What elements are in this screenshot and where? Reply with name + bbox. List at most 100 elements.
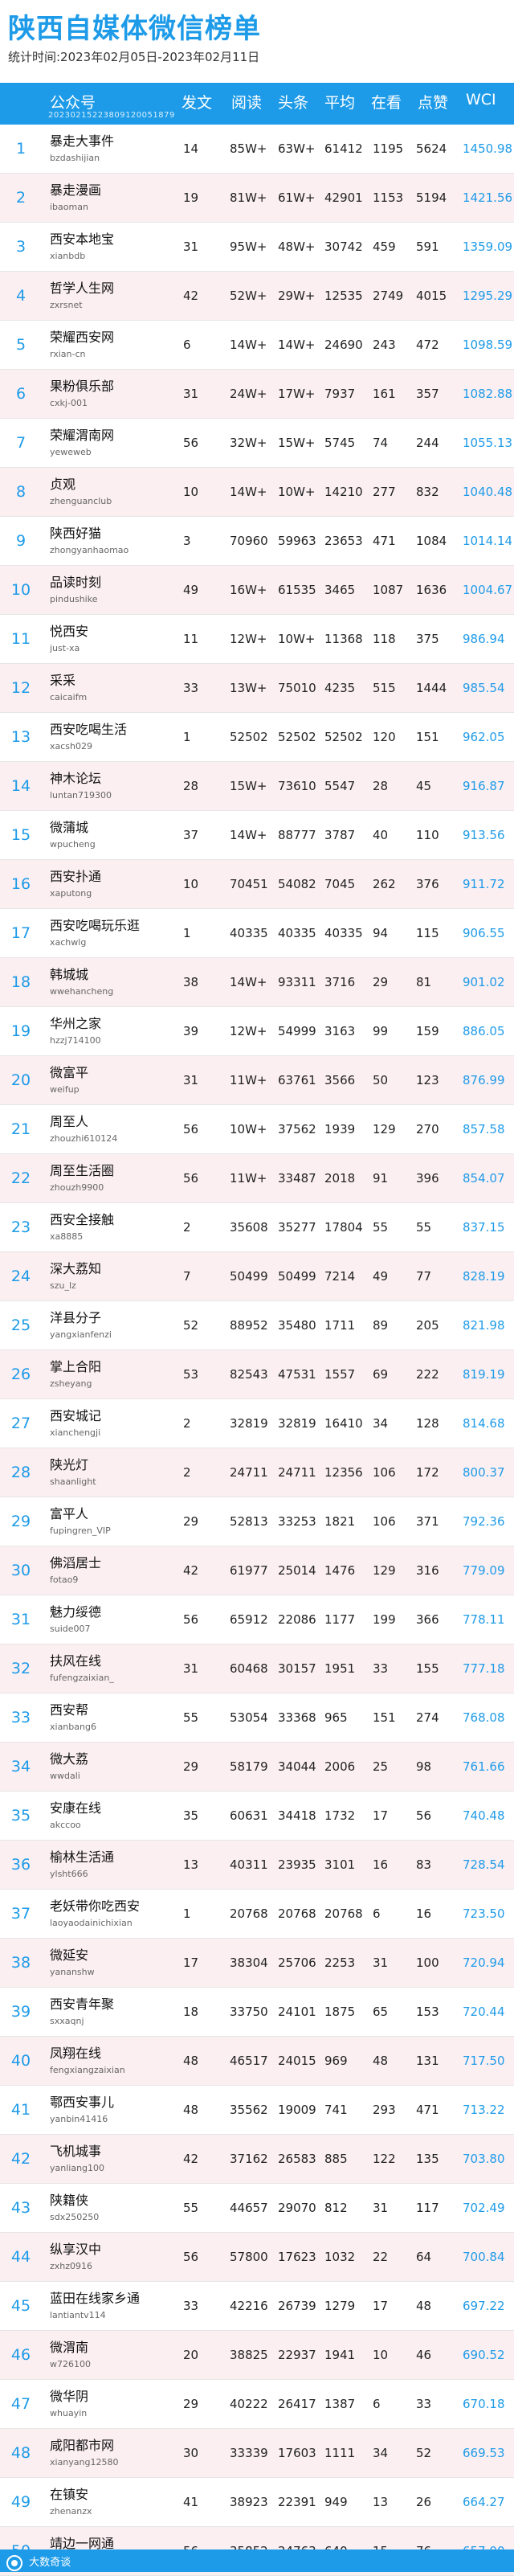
header-likes: 点赞 [418, 94, 449, 112]
table-row: 18 韩城城 wwehancheng 38 14W+ 93311 3716 29 81 901.0… [0, 958, 514, 1007]
row-headline: 61W+ [278, 190, 316, 205]
row-name: 韩城城 [50, 967, 89, 982]
row-posts: 42 [183, 289, 199, 303]
row-name: 魅力绥德 [50, 1604, 102, 1620]
row-rank: 34 [10, 1758, 31, 1775]
row-average: 17804 [324, 1220, 363, 1235]
table-row: 48 咸阳都市网 xianyang12580 30 33339 17603 1111 34 52… [0, 2429, 514, 2478]
row-watching: 10 [373, 2348, 389, 2362]
row-reads: 46517 [230, 2054, 268, 2068]
row-rank: 30 [10, 1562, 31, 1579]
row-wci: 800.37 [463, 1465, 505, 1480]
table-row: 2 暴走漫画 ibaoman 19 81W+ 61W+ 42901 1153 5194 1421.… [0, 174, 514, 223]
row-reads: 70451 [230, 877, 268, 891]
row-likes: 316 [416, 1563, 439, 1578]
row-reads: 82543 [230, 1367, 268, 1382]
row-posts: 48 [183, 2054, 199, 2068]
row-name: 西安扑通 [50, 869, 102, 884]
table-row: 24 深大荔知 szu_lz 7 50499 50499 7214 49 77 828.19 [0, 1252, 514, 1301]
row-posts: 41 [183, 2495, 199, 2509]
row-average: 7045 [324, 877, 356, 891]
row-name: 西安本地宝 [50, 231, 115, 247]
row-rank: 35 [10, 1807, 31, 1824]
table-row: 42 飞机城事 yanliang100 42 37162 26583 885 122 135 70… [0, 2135, 514, 2184]
row-posts: 49 [183, 583, 199, 597]
row-watching: 106 [373, 1514, 396, 1529]
row-likes: 100 [416, 1956, 439, 1970]
row-reads: 95W+ [230, 240, 267, 254]
row-rank: 41 [10, 2101, 31, 2119]
row-average: 812 [324, 2201, 348, 2215]
table-row: 11 悦西安 just-xa 11 12W+ 10W+ 11368 118 375 986.94 [0, 615, 514, 664]
row-posts: 53 [183, 1367, 199, 1382]
row-average: 12535 [324, 289, 363, 303]
row-headline: 73610 [278, 779, 316, 793]
row-watching: 262 [373, 877, 396, 891]
row-likes: 115 [416, 926, 439, 940]
row-average: 61412 [324, 141, 363, 156]
table-row: 33 西安帮 xianbang6 55 53054 33368 965 151 274 768.0… [0, 1693, 514, 1743]
row-account: zhenanzx [50, 2506, 92, 2517]
row-account: pindushike [50, 594, 98, 604]
row-posts: 30 [183, 2446, 199, 2460]
row-rank: 4 [15, 287, 27, 305]
row-watching: 277 [373, 485, 396, 499]
row-reads: 88952 [230, 1318, 268, 1333]
row-reads: 40311 [230, 1857, 268, 1872]
row-average: 741 [324, 2103, 348, 2117]
row-account: zhongyanhaomao [50, 545, 129, 555]
row-headline: 47531 [278, 1367, 316, 1382]
table-row: 41 鄠西安事儿 yanbin41416 48 35562 19009 741 293 471 7… [0, 2086, 514, 2135]
row-account: xianbdb [50, 251, 86, 261]
row-account: xa8885 [50, 1231, 84, 1242]
row-rank: 13 [10, 728, 31, 746]
row-watching: 33 [373, 1661, 389, 1676]
row-wci: 697.22 [463, 2299, 505, 2313]
row-headline: 10W+ [278, 485, 316, 499]
row-watching: 293 [373, 2103, 396, 2117]
table-row: 44 纵享汉中 zxhz0916 56 57800 17623 1032 22 64 700.84 [0, 2233, 514, 2282]
row-rank: 21 [10, 1120, 31, 1138]
row-average: 7937 [324, 387, 356, 401]
row-posts: 17 [183, 1956, 199, 1970]
row-rank: 12 [10, 679, 31, 697]
row-account: fotao9 [50, 1575, 79, 1585]
row-headline: 20768 [278, 1906, 316, 1921]
table-row: 22 周至生活圈 zhouzh9900 56 11W+ 33487 2018 91 396 854… [0, 1154, 514, 1203]
row-wci: 700.84 [463, 2250, 505, 2264]
row-likes: 151 [416, 730, 439, 744]
row-name: 微富平 [50, 1065, 89, 1080]
row-account: luntan719300 [50, 790, 112, 801]
row-reads: 14W+ [230, 828, 267, 842]
row-average: 23653 [324, 534, 363, 548]
row-posts: 10 [183, 877, 199, 891]
row-average: 1557 [324, 1367, 356, 1382]
row-wci: 911.72 [463, 877, 505, 891]
row-watching: 17 [373, 2299, 389, 2313]
page-title: 陕西自媒体微信榜单 [8, 13, 261, 45]
row-name: 陕西好猫 [50, 526, 102, 541]
row-posts: 2 [183, 1220, 191, 1235]
row-name: 微蒲城 [50, 820, 89, 835]
row-headline: 75010 [278, 681, 316, 695]
row-posts: 37 [183, 828, 199, 842]
table-row: 36 榆林生活通 ylsht666 13 40311 23935 3101 16 83 728.5… [0, 1841, 514, 1890]
row-headline: 10W+ [278, 632, 316, 646]
row-average: 7214 [324, 1269, 356, 1284]
row-rank: 44 [10, 2248, 31, 2266]
row-watching: 91 [373, 1171, 389, 1186]
row-reads: 37162 [230, 2152, 268, 2166]
row-posts: 29 [183, 2397, 199, 2411]
row-account: ylsht666 [50, 1869, 88, 1879]
row-account: suide007 [50, 1624, 91, 1634]
row-name: 深大荔知 [50, 1261, 102, 1276]
row-average: 42901 [324, 190, 363, 205]
row-headline: 22086 [278, 1612, 316, 1627]
row-name: 悦西安 [50, 624, 89, 639]
row-account: w726100 [50, 2359, 91, 2369]
row-name: 微大荔 [50, 1751, 89, 1767]
row-likes: 16 [416, 1906, 432, 1921]
row-likes: 591 [416, 240, 439, 254]
row-account: bzdashijian [50, 153, 100, 163]
header-average: 平均 [324, 94, 356, 112]
